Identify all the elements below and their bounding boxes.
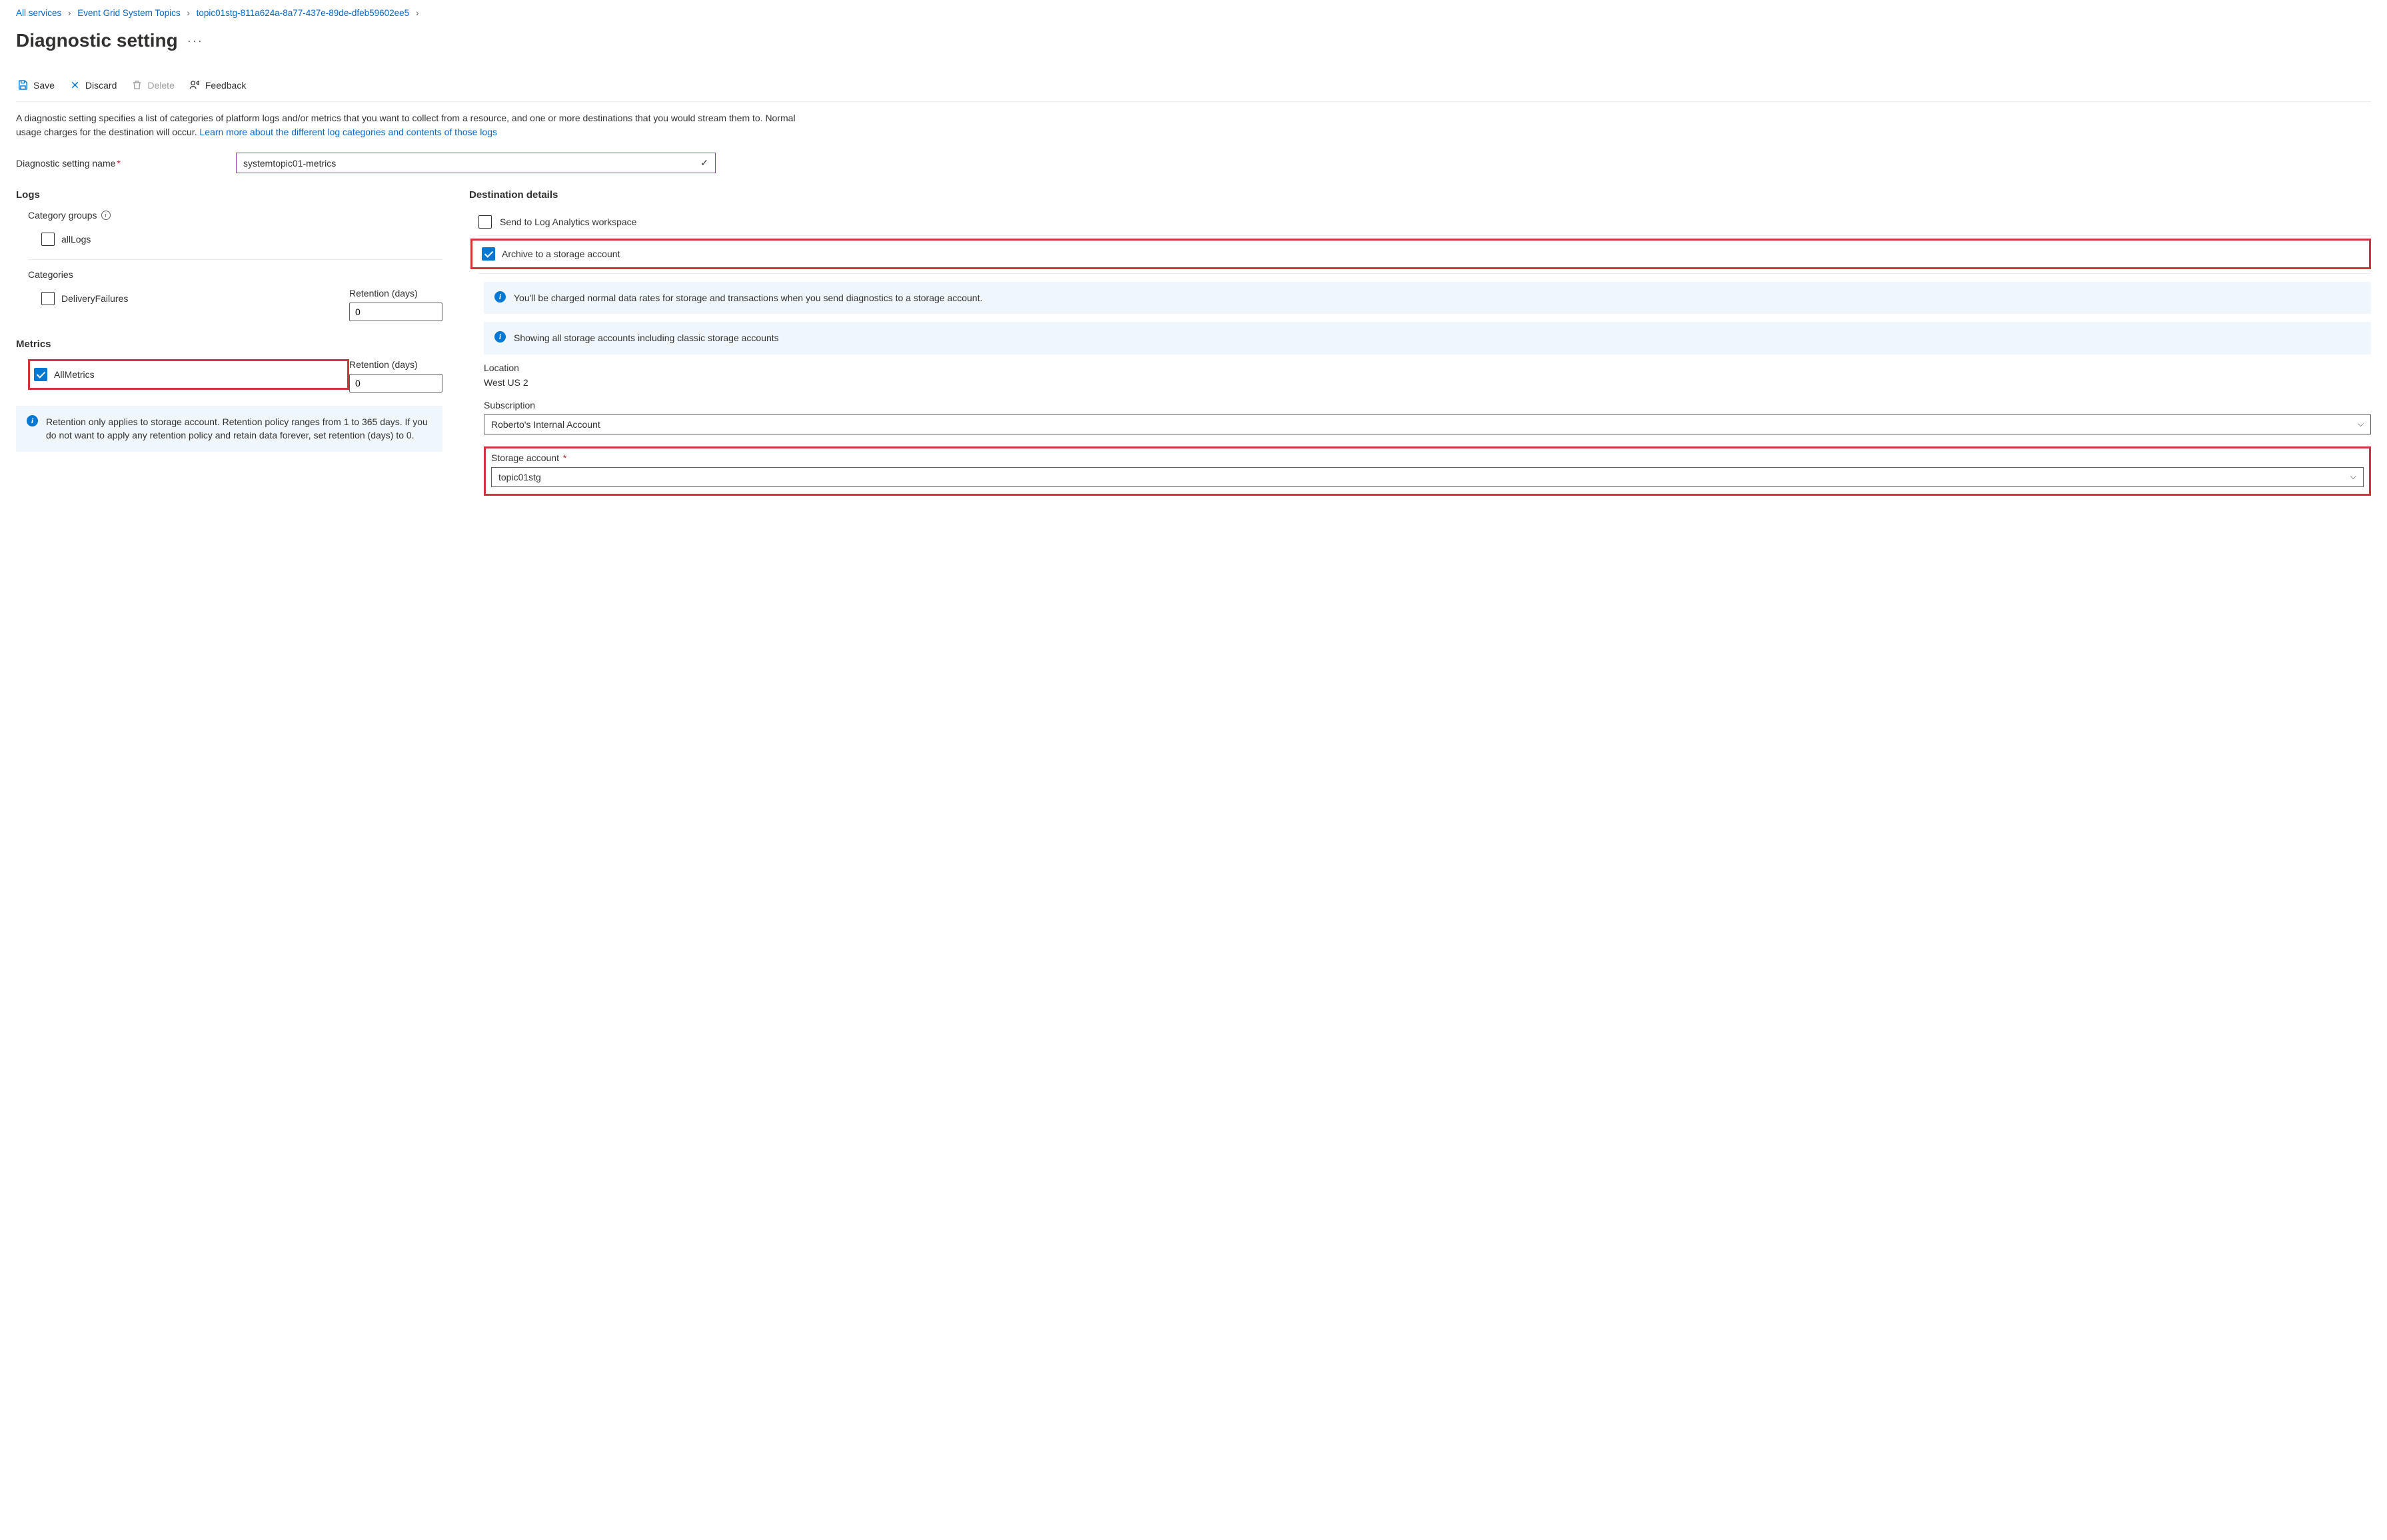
breadcrumb-link-all-services[interactable]: All services: [16, 8, 61, 18]
retention-info-text: Retention only applies to storage accoun…: [46, 415, 432, 442]
alllogs-label: allLogs: [61, 234, 91, 245]
categories-label: Categories: [28, 269, 442, 280]
archive-label: Archive to a storage account: [502, 249, 620, 259]
storage-label: Storage account *: [491, 452, 2364, 463]
retention-metrics-label: Retention (days): [349, 359, 442, 370]
storage-select[interactable]: topic01stg ⌵: [491, 467, 2364, 487]
chevron-right-icon: ›: [64, 8, 75, 18]
info-icon[interactable]: i: [101, 211, 111, 220]
chevron-down-icon: ⌵: [2350, 472, 2356, 482]
learn-more-link[interactable]: Learn more about the different log categ…: [200, 127, 497, 137]
law-checkbox[interactable]: [478, 215, 492, 229]
feedback-button[interactable]: Feedback: [188, 77, 247, 93]
close-icon: [69, 79, 81, 91]
archive-checkbox[interactable]: [482, 247, 495, 261]
save-button[interactable]: Save: [16, 77, 56, 93]
delete-icon: [131, 79, 143, 91]
alllogs-checkbox[interactable]: [41, 233, 55, 246]
retention-metrics-input[interactable]: [349, 374, 442, 392]
toolbar: Save Discard Delete Feedback: [16, 77, 2371, 102]
location-value: West US 2: [484, 377, 2371, 388]
chevron-down-icon: ⌵: [2358, 419, 2364, 429]
info-icon: i: [27, 415, 38, 426]
allmetrics-checkbox[interactable]: [34, 368, 47, 381]
breadcrumb-link-topic[interactable]: topic01stg-811a624a-8a77-437e-89de-dfeb5…: [197, 8, 410, 18]
deliveryfailures-label: DeliveryFailures: [61, 293, 128, 304]
subscription-label: Subscription: [484, 400, 2371, 410]
breadcrumb-link-event-grid[interactable]: Event Grid System Topics: [77, 8, 180, 18]
law-label: Send to Log Analytics workspace: [500, 217, 636, 227]
retention-delivery-input[interactable]: [349, 303, 442, 321]
info-icon: i: [494, 291, 506, 303]
metrics-heading: Metrics: [16, 339, 442, 350]
allmetrics-label: AllMetrics: [54, 369, 95, 380]
category-groups-label: Category groups: [28, 210, 97, 221]
info-icon: i: [494, 331, 506, 343]
page-title: Diagnostic setting: [16, 30, 178, 51]
description-text: A diagnostic setting specifies a list of…: [16, 111, 802, 139]
delete-button: Delete: [130, 77, 175, 93]
feedback-icon: [189, 79, 201, 91]
discard-button[interactable]: Discard: [68, 77, 118, 93]
retention-label: Retention (days): [349, 288, 442, 299]
destination-heading: Destination details: [469, 189, 2371, 201]
diagnostic-name-input[interactable]: systemtopic01-metrics ✓: [236, 153, 716, 173]
chevron-right-icon: ›: [412, 8, 423, 18]
deliveryfailures-checkbox[interactable]: [41, 292, 55, 305]
more-menu-icon[interactable]: ···: [187, 34, 203, 48]
checkmark-icon: ✓: [700, 157, 708, 169]
showing-info-text: Showing all storage accounts including c…: [514, 331, 779, 345]
chevron-right-icon: ›: [183, 8, 194, 18]
breadcrumb: All services › Event Grid System Topics …: [16, 8, 2371, 18]
location-label: Location: [484, 363, 2371, 373]
charge-info-text: You'll be charged normal data rates for …: [514, 291, 982, 305]
diagnostic-name-label: Diagnostic setting name*: [16, 158, 236, 169]
save-icon: [17, 79, 29, 91]
logs-heading: Logs: [16, 189, 442, 201]
subscription-select[interactable]: Roberto's Internal Account ⌵: [484, 414, 2371, 434]
